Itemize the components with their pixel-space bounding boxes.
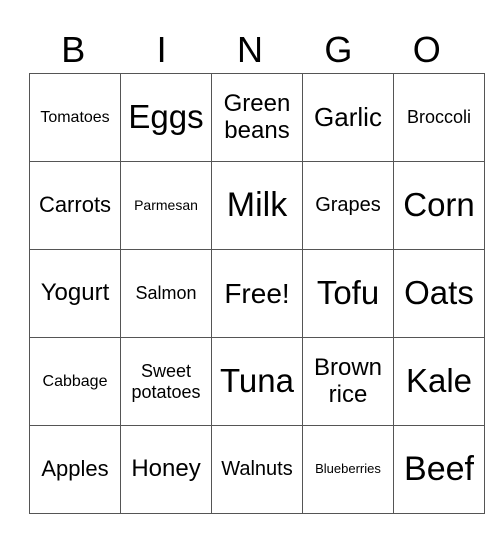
bingo-cell[interactable]: Carrots xyxy=(29,161,121,250)
bingo-cell[interactable]: Sweet potatoes xyxy=(120,337,212,426)
header-letter-o: O xyxy=(412,29,441,70)
bingo-card: Tomatoes Eggs Green beans Garlic Broccol… xyxy=(29,73,485,514)
bingo-cell[interactable]: Milk xyxy=(211,161,303,250)
bingo-cell[interactable]: Cabbage xyxy=(29,337,121,426)
bingo-cell[interactable]: Tuna xyxy=(211,337,303,426)
bingo-cell[interactable]: Kale xyxy=(393,337,485,426)
bingo-cell[interactable]: Blueberries xyxy=(302,425,394,514)
header-letter-g: G xyxy=(324,29,353,70)
free-space[interactable]: Free! xyxy=(211,249,303,338)
bingo-cell[interactable]: Yogurt xyxy=(29,249,121,338)
bingo-cell[interactable]: Parmesan xyxy=(120,161,212,250)
bingo-cell[interactable]: Brown rice xyxy=(302,337,394,426)
bingo-cell[interactable]: Green beans xyxy=(211,73,303,162)
header-letter-i: I xyxy=(156,29,167,70)
bingo-row: Carrots Parmesan Milk Grapes Corn xyxy=(29,161,485,250)
header-letter-b: B xyxy=(61,29,86,70)
bingo-cell[interactable]: Corn xyxy=(393,161,485,250)
bingo-cell[interactable]: Honey xyxy=(120,425,212,514)
header-letter-n: N xyxy=(236,29,263,70)
bingo-cell[interactable]: Garlic xyxy=(302,73,394,162)
bingo-cell[interactable]: Tofu xyxy=(302,249,394,338)
bingo-row: Cabbage Sweet potatoes Tuna Brown rice K… xyxy=(29,337,485,426)
bingo-row: Yogurt Salmon Free! Tofu Oats xyxy=(29,249,485,338)
bingo-cell[interactable]: Tomatoes xyxy=(29,73,121,162)
bingo-cell[interactable]: Apples xyxy=(29,425,121,514)
bingo-cell[interactable]: Oats xyxy=(393,249,485,338)
bingo-row: Apples Honey Walnuts Blueberries Beef xyxy=(29,425,485,514)
bingo-row: Tomatoes Eggs Green beans Garlic Broccol… xyxy=(29,73,485,162)
bingo-header: B I N G O xyxy=(29,28,471,72)
bingo-cell[interactable]: Eggs xyxy=(120,73,212,162)
bingo-cell[interactable]: Beef xyxy=(393,425,485,514)
bingo-cell[interactable]: Grapes xyxy=(302,161,394,250)
bingo-cell[interactable]: Salmon xyxy=(120,249,212,338)
bingo-cell[interactable]: Broccoli xyxy=(393,73,485,162)
bingo-cell[interactable]: Walnuts xyxy=(211,425,303,514)
